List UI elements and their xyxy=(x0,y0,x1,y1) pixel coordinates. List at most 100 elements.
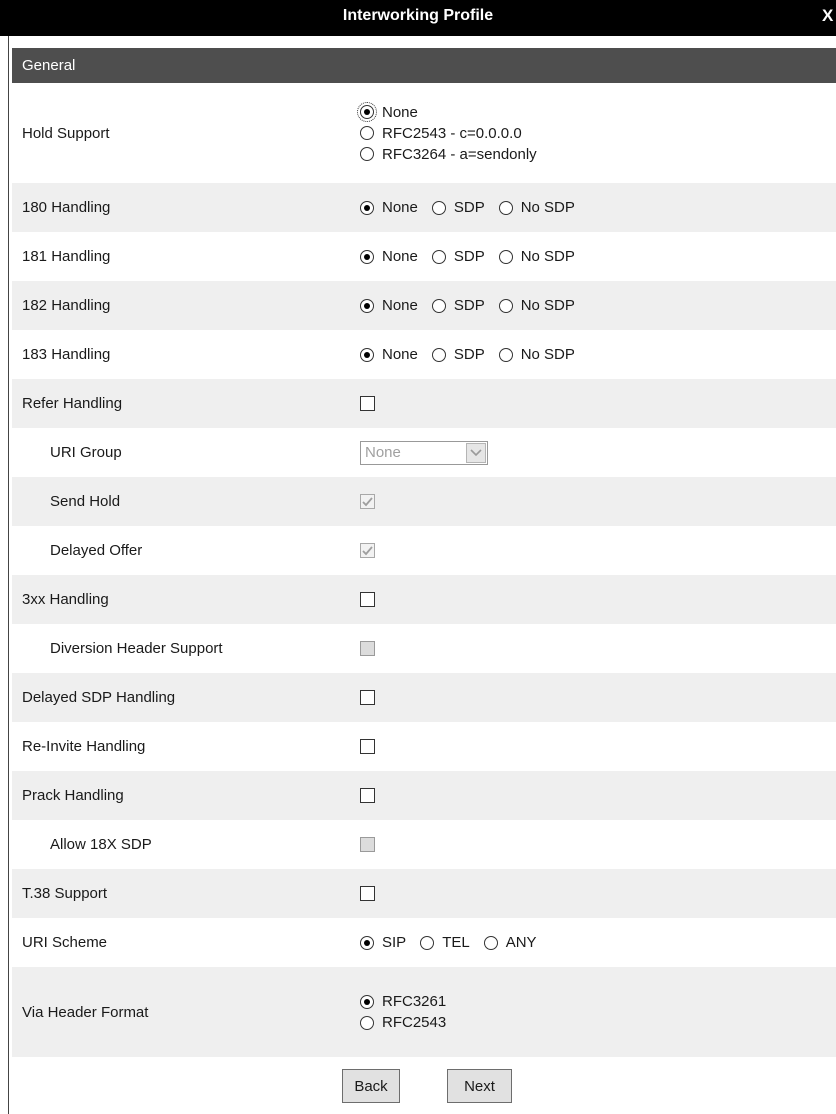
handling-181-no-sdp-radio[interactable] xyxy=(498,249,513,264)
uri-scheme-row: URI Scheme SIP TEL ANY xyxy=(12,918,836,967)
uri-group-select[interactable]: None xyxy=(360,440,488,465)
t38-label: T.38 Support xyxy=(22,885,108,902)
checkmark-icon xyxy=(362,545,373,555)
refer-handling-row: Refer Handling xyxy=(12,379,836,428)
handling-183-row: 183 Handling None SDP No SDP xyxy=(12,330,836,379)
handling-181-none-radio[interactable] xyxy=(360,249,374,264)
uri-scheme-option-any[interactable]: ANY xyxy=(483,934,537,951)
back-button[interactable]: Back xyxy=(342,1069,400,1103)
handling-181-label: 181 Handling xyxy=(22,248,111,265)
dialog-title-bar: Interworking Profile X xyxy=(0,0,836,36)
handling-182-label: 182 Handling xyxy=(22,297,111,314)
handling-182-no-sdp-radio[interactable] xyxy=(498,298,513,313)
handling-183-sdp-radio[interactable] xyxy=(431,347,446,362)
diversion-header-row: Diversion Header Support xyxy=(12,624,836,673)
handling-183-option-no-sdp[interactable]: No SDP xyxy=(498,346,575,363)
via-header-option-rfc3261[interactable]: RFC3261 xyxy=(360,993,446,1010)
next-button[interactable]: Next xyxy=(447,1069,512,1103)
delayed-sdp-label: Delayed SDP Handling xyxy=(22,689,176,706)
handling-180-option-no-sdp[interactable]: No SDP xyxy=(498,199,575,216)
handling-182-option-none[interactable]: None xyxy=(360,297,418,314)
t38-checkbox[interactable] xyxy=(360,886,375,901)
send-hold-row: Send Hold xyxy=(12,477,836,526)
radio-label: RFC2543 xyxy=(382,1014,447,1031)
allow-18x-sdp-checkbox[interactable] xyxy=(360,837,375,852)
handling-182-option-sdp[interactable]: SDP xyxy=(431,297,485,314)
handling-180-row: 180 Handling None SDP No SDP xyxy=(12,183,836,232)
uri-scheme-tel-radio[interactable] xyxy=(420,935,435,950)
uri-scheme-label: URI Scheme xyxy=(22,934,108,951)
handling-180-no-sdp-radio[interactable] xyxy=(498,200,513,215)
handling-182-row: 182 Handling None SDP No SDP xyxy=(12,281,836,330)
radio-label: No SDP xyxy=(520,346,575,363)
radio-label: SDP xyxy=(453,248,485,265)
handling-182-sdp-radio[interactable] xyxy=(431,298,446,313)
handling-182-none-radio[interactable] xyxy=(360,298,374,313)
send-hold-label: Send Hold xyxy=(50,493,121,510)
uri-group-value: None xyxy=(365,444,401,461)
allow-18x-sdp-label: Allow 18X SDP xyxy=(50,836,152,853)
delayed-offer-label: Delayed Offer xyxy=(50,542,143,559)
radio-label: RFC3264 - a=sendonly xyxy=(382,145,537,163)
via-header-row: Via Header Format RFC3261 RFC2543 xyxy=(12,967,836,1057)
reinvite-checkbox[interactable] xyxy=(360,739,375,754)
diversion-header-checkbox[interactable] xyxy=(360,641,375,656)
handling-180-none-radio[interactable] xyxy=(360,200,374,215)
handling-181-option-no-sdp[interactable]: No SDP xyxy=(498,248,575,265)
radio-label: No SDP xyxy=(520,297,575,314)
via-header-label: Via Header Format xyxy=(22,1003,149,1021)
hold-support-option-none[interactable]: None xyxy=(357,102,418,122)
delayed-offer-row: Delayed Offer xyxy=(12,526,836,575)
handling-180-option-none[interactable]: None xyxy=(360,199,418,216)
handling-181-sdp-radio[interactable] xyxy=(431,249,446,264)
handling-182-option-no-sdp[interactable]: No SDP xyxy=(498,297,575,314)
uri-scheme-sip-radio[interactable] xyxy=(360,935,374,950)
hold-support-rfc3264-radio[interactable] xyxy=(360,147,374,161)
radio-label: TEL xyxy=(442,934,470,951)
hold-support-rfc2543-radio[interactable] xyxy=(360,126,374,140)
hold-support-row: Hold Support None RFC2543 - c=0.0.0.0 RF… xyxy=(12,83,836,183)
hold-support-option-rfc2543[interactable]: RFC2543 - c=0.0.0.0 xyxy=(360,125,522,142)
uri-scheme-option-tel[interactable]: TEL xyxy=(420,934,470,951)
handling-181-option-none[interactable]: None xyxy=(360,248,418,265)
chevron-down-icon[interactable] xyxy=(466,442,486,463)
handling-180-sdp-radio[interactable] xyxy=(431,200,446,215)
handling-181-row: 181 Handling None SDP No SDP xyxy=(12,232,836,281)
delayed-offer-checkbox[interactable] xyxy=(360,543,375,558)
prack-label: Prack Handling xyxy=(22,787,124,804)
uri-scheme-any-radio[interactable] xyxy=(483,935,498,950)
refer-handling-checkbox[interactable] xyxy=(360,396,375,411)
radio-label: SDP xyxy=(453,346,485,363)
uri-scheme-option-sip[interactable]: SIP xyxy=(360,934,406,951)
hold-support-none-radio[interactable] xyxy=(357,102,377,122)
via-header-options: RFC3261 RFC2543 xyxy=(360,967,460,1057)
radio-label: None xyxy=(382,346,418,363)
handling-183-no-sdp-radio[interactable] xyxy=(498,347,513,362)
handling-183-option-none[interactable]: None xyxy=(360,346,418,363)
handling-3xx-checkbox[interactable] xyxy=(360,592,375,607)
via-header-rfc2543-radio[interactable] xyxy=(360,1015,374,1030)
dialog-title: Interworking Profile xyxy=(342,7,494,24)
general-panel: General Hold Support None RFC2543 - c=0.… xyxy=(12,48,836,1057)
dialog-footer: Back Next xyxy=(0,1069,836,1105)
via-header-rfc3261-radio[interactable] xyxy=(360,994,374,1009)
close-icon[interactable]: X xyxy=(822,6,836,26)
handling-181-option-sdp[interactable]: SDP xyxy=(431,248,485,265)
handling-3xx-row: 3xx Handling xyxy=(12,575,836,624)
radio-label: No SDP xyxy=(520,199,575,216)
send-hold-checkbox[interactable] xyxy=(360,494,375,509)
handling-180-option-sdp[interactable]: SDP xyxy=(431,199,485,216)
via-header-option-rfc2543[interactable]: RFC2543 xyxy=(360,1014,446,1031)
handling-183-none-radio[interactable] xyxy=(360,347,374,362)
radio-label: SDP xyxy=(453,297,485,314)
radio-label: SDP xyxy=(453,199,485,216)
radio-label: None xyxy=(382,248,418,265)
radio-label: RFC2543 - c=0.0.0.0 xyxy=(382,124,522,142)
checkmark-icon xyxy=(362,496,373,506)
prack-checkbox[interactable] xyxy=(360,788,375,803)
delayed-sdp-checkbox[interactable] xyxy=(360,690,375,705)
hold-support-option-rfc3264[interactable]: RFC3264 - a=sendonly xyxy=(360,146,537,163)
allow-18x-sdp-row: Allow 18X SDP xyxy=(12,820,836,869)
handling-183-option-sdp[interactable]: SDP xyxy=(431,346,485,363)
refer-handling-label: Refer Handling xyxy=(22,395,123,412)
